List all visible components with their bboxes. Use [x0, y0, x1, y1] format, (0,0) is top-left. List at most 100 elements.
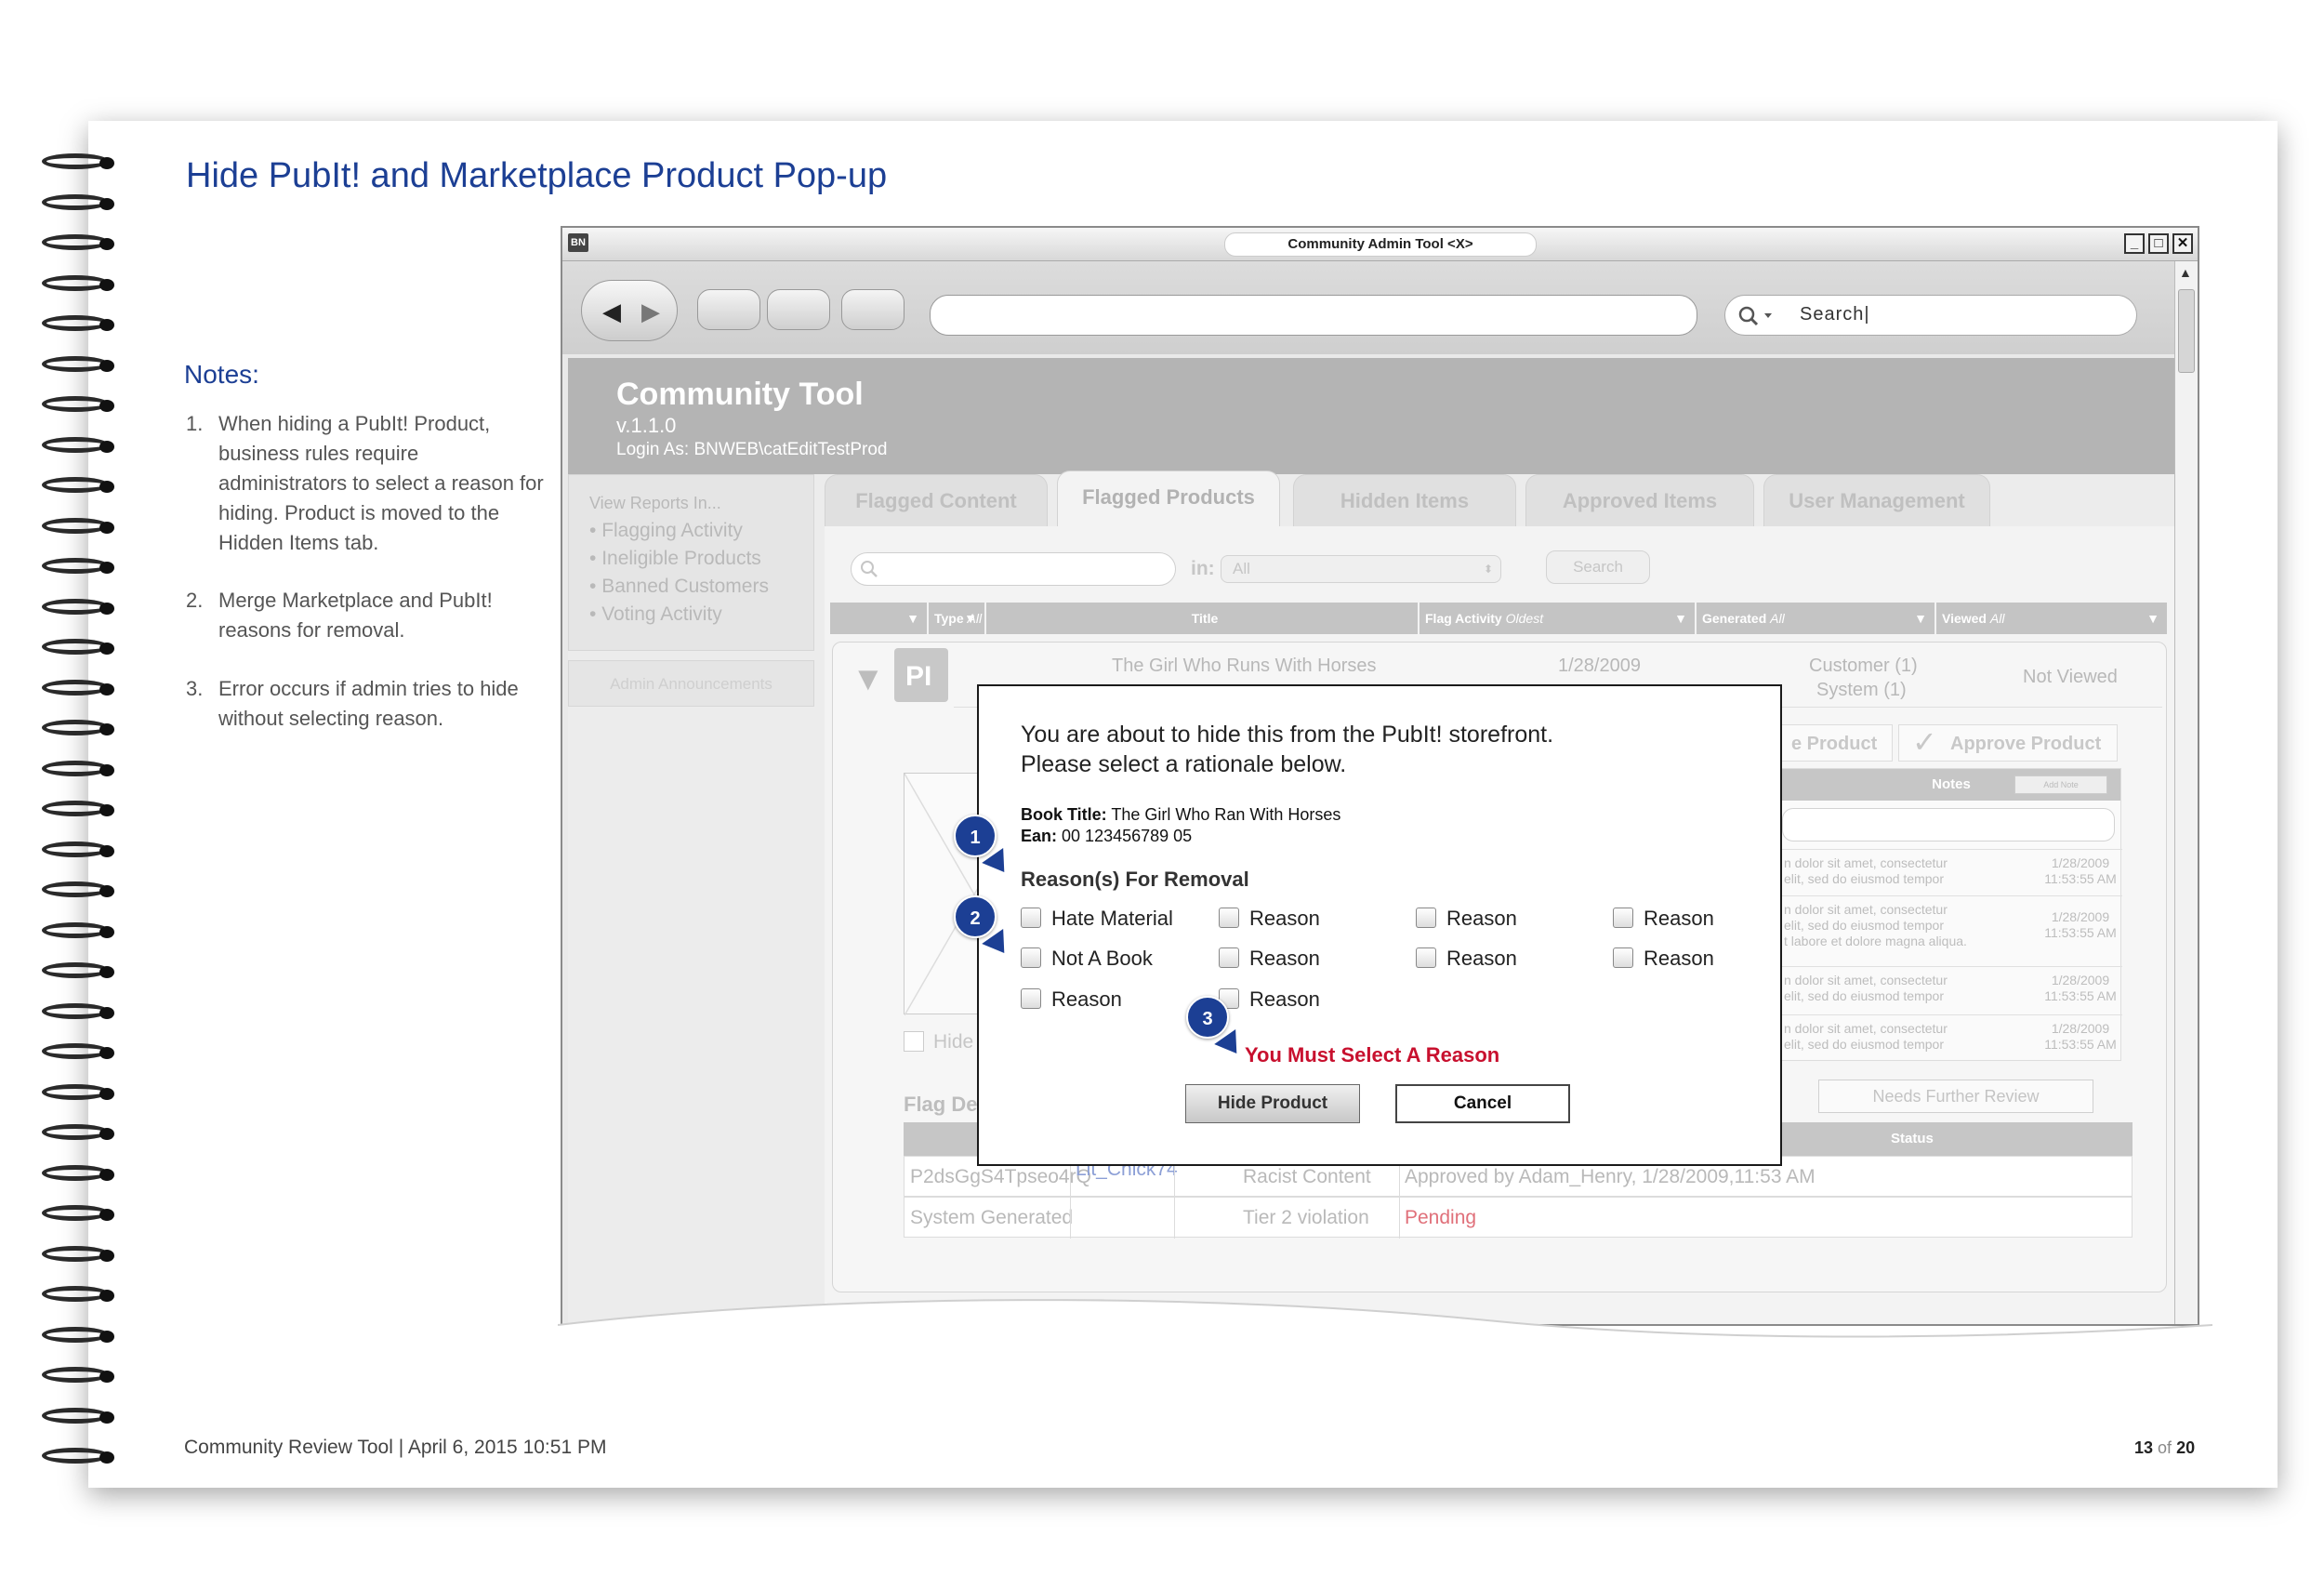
- callout-2: 2: [954, 895, 997, 938]
- hide-product-button-bg[interactable]: e Product: [1781, 724, 1893, 762]
- ean-value: 00 123456789 05: [1062, 827, 1193, 845]
- spiral-ring: [42, 801, 116, 819]
- scrollbar[interactable]: ▲: [2174, 261, 2198, 1324]
- expand-toggle-icon[interactable]: ▼: [852, 659, 885, 698]
- book-title-label: Book Title:: [1021, 805, 1107, 824]
- page-of: of: [2158, 1438, 2172, 1457]
- spiral-ring: [42, 274, 116, 294]
- close-button[interactable]: ✕: [2172, 233, 2193, 254]
- ring-loop: [42, 1083, 109, 1100]
- app-name: Community Tool: [616, 377, 864, 412]
- filter-search-button[interactable]: Search: [1546, 550, 1650, 584]
- ring-hole: [99, 1047, 114, 1059]
- spiral-ring: [42, 1286, 116, 1305]
- spiral-ring: [42, 355, 116, 375]
- filter-search-input[interactable]: [851, 552, 1176, 586]
- chevron-down-icon: ▼: [2146, 611, 2159, 626]
- search-icon: [1738, 306, 1772, 326]
- column-filter: All: [1989, 611, 2005, 626]
- reason-checkbox[interactable]: [1613, 908, 1633, 928]
- ring-loop: [42, 1245, 109, 1262]
- note-line: t labore et dolore magna aliqua.: [1784, 934, 1967, 948]
- sidebar-item-flagging-activity[interactable]: • Flagging Activity: [589, 520, 743, 542]
- spiral-ring: [42, 1124, 116, 1143]
- column-header-generated[interactable]: Generated All ▼: [1697, 603, 1936, 634]
- note-number: 2.: [186, 589, 204, 612]
- needs-further-review-button[interactable]: Needs Further Review: [1818, 1080, 2093, 1113]
- maximize-button[interactable]: □: [2148, 233, 2169, 254]
- cell-divider: [1174, 1198, 1175, 1239]
- tab-user-management[interactable]: User Management: [1763, 474, 1990, 526]
- spiral-ring: [42, 1326, 116, 1345]
- reason-checkbox[interactable]: [1416, 947, 1436, 968]
- reason-checkbox[interactable]: [1416, 908, 1436, 928]
- spiral-ring: [42, 841, 116, 860]
- sidebar-label: View Reports In...: [589, 494, 721, 512]
- column-header-title[interactable]: Title: [986, 603, 1419, 634]
- back-arrow-icon[interactable]: ◀: [602, 298, 621, 326]
- sidebar-item-voting-activity[interactable]: • Voting Activity: [589, 603, 722, 626]
- reason-checkbox[interactable]: [1613, 947, 1633, 968]
- note-input[interactable]: [1782, 808, 2115, 841]
- page-number: 13 of 20: [2134, 1438, 2195, 1458]
- window-titlebar: BN Community Admin Tool <X> _ □ ✕: [562, 228, 2198, 261]
- reason-label: Hate Material: [1051, 907, 1173, 930]
- scroll-up-icon[interactable]: ▲: [2179, 265, 2192, 280]
- flag-status-pending: Pending: [1405, 1207, 1477, 1228]
- address-bar[interactable]: [930, 295, 1697, 336]
- spiral-ring: [42, 558, 116, 576]
- toolbar-button[interactable]: [841, 289, 905, 330]
- toolbar-button[interactable]: [697, 289, 760, 330]
- reason-label: Reason: [1644, 907, 1714, 930]
- chevron-down-icon: ▼: [1914, 611, 1927, 626]
- modal-message-line1: You are about to hide this from the PubI…: [1021, 722, 1554, 748]
- notes-panel: Notes Add Note n dolor sit amet, consect…: [1781, 768, 2122, 1061]
- minimize-button[interactable]: _: [2124, 233, 2145, 254]
- callout-3: 3: [1186, 996, 1229, 1039]
- column-header-flag-activity[interactable]: Flag Activity Oldest ▼: [1419, 603, 1697, 634]
- sidebar-item-ineligible-products[interactable]: • Ineligible Products: [589, 548, 761, 570]
- note-text: n dolor sit amet, consectetur elit, sed d…: [1784, 902, 1967, 949]
- reason-checkbox[interactable]: [1219, 908, 1239, 928]
- spiral-ring: [42, 1043, 116, 1062]
- ring-hole: [99, 602, 114, 615]
- ring-hole: [99, 238, 114, 250]
- cell-divider: [1070, 1198, 1071, 1239]
- browser-search-input[interactable]: Search|: [1724, 295, 2137, 336]
- note-date-time: 11:53:55 AM: [2044, 925, 2117, 940]
- ring-hole: [99, 885, 114, 897]
- column-header-select[interactable]: ▼: [830, 603, 929, 634]
- spiral-ring: [42, 234, 116, 253]
- filter-select[interactable]: All ⬍: [1221, 555, 1501, 583]
- tab-approved-items[interactable]: Approved Items: [1525, 474, 1754, 526]
- reason-label: Reason: [1051, 987, 1122, 1011]
- reason-checkbox-hate-material[interactable]: [1021, 908, 1041, 928]
- note-date-time: 11:53:55 AM: [2044, 988, 2117, 1003]
- note-item: 3. Error occurs if admin tries to hide w…: [186, 674, 548, 734]
- ring-hole: [99, 521, 114, 534]
- reason-label: Reason: [1446, 907, 1517, 930]
- sidebar-item-banned-customers[interactable]: • Banned Customers: [589, 576, 769, 598]
- reason-checkbox-not-a-book[interactable]: [1021, 947, 1041, 968]
- hide-checkbox[interactable]: [904, 1031, 924, 1052]
- column-header-viewed[interactable]: Viewed All ▼: [1936, 603, 2169, 634]
- toolbar-button[interactable]: [767, 289, 830, 330]
- tab-hidden-items[interactable]: Hidden Items: [1293, 474, 1516, 526]
- tab-flagged-content[interactable]: Flagged Content: [825, 474, 1048, 526]
- column-header-type[interactable]: Type All ▼: [929, 603, 986, 634]
- scroll-thumb[interactable]: [2178, 289, 2195, 373]
- reason-checkbox[interactable]: [1219, 947, 1239, 968]
- note-text: When hiding a PubIt! Product, business r…: [218, 412, 544, 554]
- cancel-button[interactable]: Cancel: [1395, 1084, 1570, 1123]
- add-note-button[interactable]: Add Note: [2014, 775, 2107, 794]
- hide-product-button[interactable]: Hide Product: [1185, 1084, 1360, 1123]
- ring-loop: [42, 274, 109, 291]
- spiral-ring: [42, 1164, 116, 1184]
- nav-buttons: ◀ ▶: [581, 280, 678, 341]
- reason-checkbox[interactable]: [1021, 988, 1041, 1009]
- admin-announcements-button[interactable]: Admin Announcements: [568, 660, 814, 707]
- tab-flagged-products[interactable]: Flagged Products: [1057, 470, 1280, 526]
- forward-arrow-icon[interactable]: ▶: [641, 298, 660, 326]
- search-icon: [861, 561, 878, 577]
- approve-product-button[interactable]: ✓ Approve Product: [1898, 724, 2118, 762]
